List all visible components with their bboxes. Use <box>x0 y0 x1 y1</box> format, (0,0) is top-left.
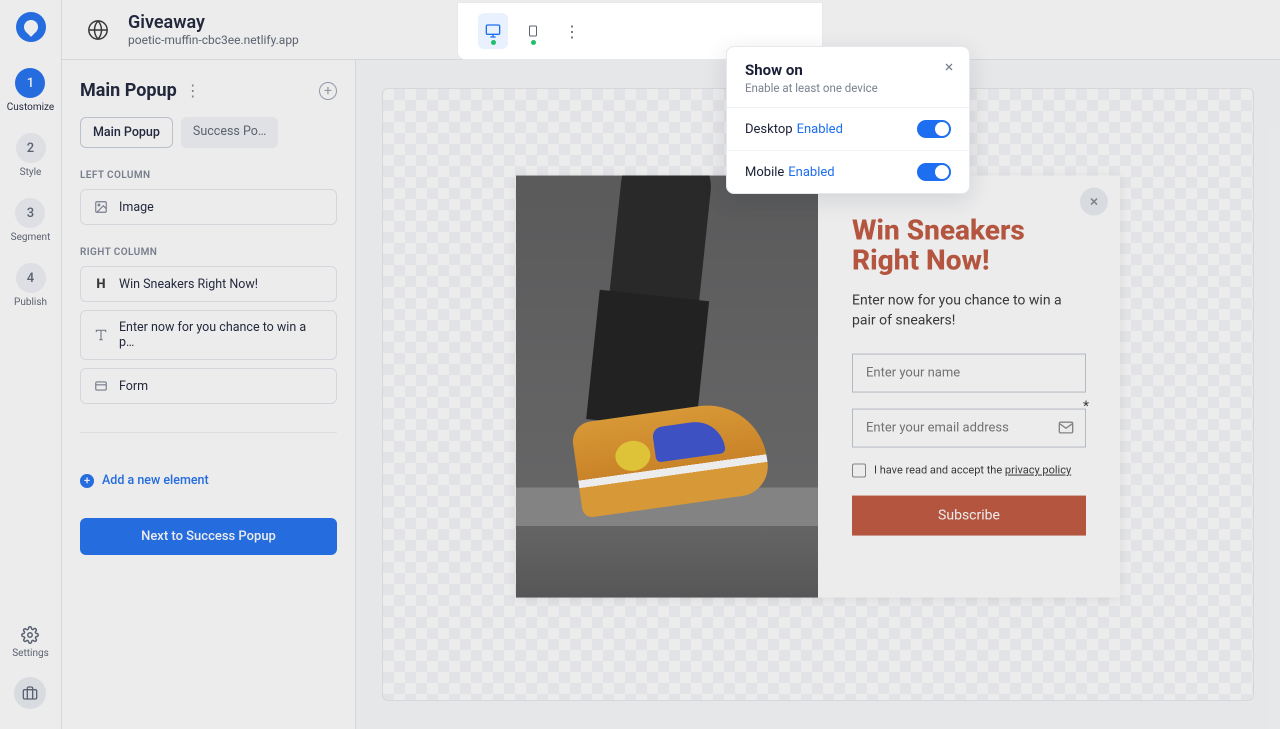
row-state: Enabled <box>788 165 834 180</box>
briefcase-icon <box>22 685 38 701</box>
desktop-device-button[interactable] <box>478 13 508 49</box>
popup-heading: Win Sneakers Right Now! <box>852 215 1086 277</box>
step-number: 3 <box>15 198 45 228</box>
desktop-switch[interactable] <box>917 120 951 138</box>
right-column-label: RIGHT COLUMN <box>80 247 337 258</box>
add-element-label: Add a new element <box>102 473 209 488</box>
globe-icon <box>87 19 109 41</box>
step-number: 4 <box>16 263 46 293</box>
campaign-domain: poetic-muffin-cbc3ee.netlify.app <box>128 33 299 47</box>
gear-icon <box>21 626 39 644</box>
site-icon[interactable] <box>82 14 114 46</box>
row-label: Desktop <box>745 122 793 137</box>
campaign-title: Giveaway <box>128 12 299 33</box>
popup-close-button[interactable] <box>1080 187 1108 215</box>
accept-text: I have read and accept the privacy polic… <box>874 464 1071 477</box>
image-icon <box>93 199 109 215</box>
add-variant-button[interactable]: + <box>319 82 337 100</box>
step-label: Style <box>20 167 42 178</box>
app-logo-icon[interactable] <box>16 12 46 42</box>
mobile-icon <box>527 22 539 40</box>
mobile-switch[interactable] <box>917 163 951 181</box>
block-label: Win Sneakers Right Now! <box>119 277 258 292</box>
editor-panel: Main Popup ⋮ + Main Popup Success Po… LE… <box>62 60 356 729</box>
plus-icon: + <box>80 474 94 488</box>
step-number: 2 <box>16 133 46 163</box>
settings-button[interactable]: Settings <box>12 626 49 659</box>
text-icon <box>93 327 109 343</box>
step-customize[interactable]: 1 Customize <box>7 68 54 113</box>
step-number: 1 <box>15 68 45 98</box>
block-heading[interactable]: H Win Sneakers Right Now! <box>80 266 337 302</box>
subscribe-button[interactable]: Subscribe <box>852 495 1086 535</box>
popup-content-column: Win Sneakers Right Now! Enter now for yo… <box>818 175 1120 597</box>
popover-subtitle: Enable at least one device <box>745 81 951 95</box>
enabled-dot-icon <box>531 40 536 45</box>
block-label: Image <box>119 200 154 215</box>
popover-close-button[interactable] <box>943 61 955 77</box>
form-icon <box>93 378 109 394</box>
row-label: Mobile <box>745 165 784 180</box>
next-button[interactable]: Next to Success Popup <box>80 518 337 555</box>
step-style[interactable]: 2 Style <box>16 133 46 178</box>
enabled-dot-icon <box>491 40 496 45</box>
panel-title: Main Popup <box>80 80 177 101</box>
desktop-toggle-row: Desktop Enabled <box>727 108 969 151</box>
panel-menu-icon[interactable]: ⋮ <box>185 81 199 100</box>
block-text[interactable]: Enter now for you chance to win a p… <box>80 310 337 360</box>
mobile-device-button[interactable] <box>518 13 548 49</box>
left-rail: 1 Customize 2 Style 3 Segment 4 Publish … <box>0 0 62 729</box>
desktop-icon <box>484 23 502 39</box>
tab-main-popup[interactable]: Main Popup <box>80 117 173 148</box>
row-state: Enabled <box>797 122 843 137</box>
add-element-button[interactable]: + Add a new element <box>80 473 337 488</box>
step-label: Customize <box>7 102 54 113</box>
close-icon <box>1088 195 1100 207</box>
settings-label: Settings <box>12 648 49 659</box>
step-label: Segment <box>11 232 51 243</box>
briefcase-button[interactable] <box>14 677 46 709</box>
step-publish[interactable]: 4 Publish <box>14 263 47 308</box>
mail-icon <box>1058 419 1074 439</box>
name-input[interactable] <box>852 353 1086 392</box>
block-label: Enter now for you chance to win a p… <box>119 320 324 350</box>
block-image[interactable]: Image <box>80 189 337 225</box>
mobile-toggle-row: Mobile Enabled <box>727 151 969 193</box>
tab-success-popup[interactable]: Success Po… <box>181 117 278 148</box>
popup-image-column <box>516 175 818 597</box>
block-form[interactable]: Form <box>80 368 337 404</box>
accept-checkbox[interactable] <box>852 463 866 477</box>
device-menu-button[interactable]: ⋮ <box>564 22 580 41</box>
popup-preview: Win Sneakers Right Now! Enter now for yo… <box>516 175 1120 597</box>
step-label: Publish <box>14 297 47 308</box>
block-label: Form <box>119 379 148 394</box>
step-segment[interactable]: 3 Segment <box>11 198 51 243</box>
email-input[interactable] <box>852 408 1086 447</box>
heading-icon: H <box>93 276 109 292</box>
privacy-link[interactable]: privacy policy <box>1005 464 1071 477</box>
popover-title: Show on <box>745 61 951 79</box>
popup-subtext: Enter now for you chance to win a pair o… <box>852 291 1086 332</box>
left-column-label: LEFT COLUMN <box>80 170 337 181</box>
show-on-popover: Show on Enable at least one device Deskt… <box>726 46 970 194</box>
close-icon <box>943 61 955 73</box>
